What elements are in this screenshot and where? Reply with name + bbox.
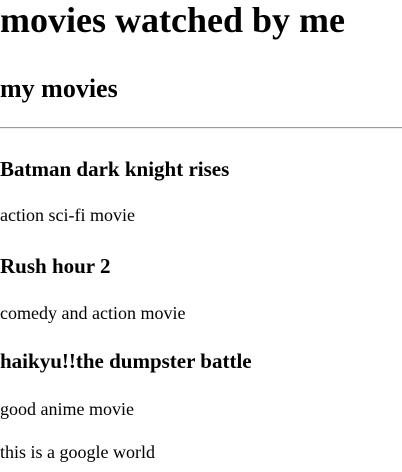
movie-item: Rush hour 2 comedy and action movie [0,253,402,323]
section-heading: my movies [0,74,118,103]
movie-description: comedy and action movie [0,303,186,323]
footer-text: this is a google world [0,442,155,462]
movie-description: action sci-fi movie [0,205,135,225]
movie-title: haikyu!!the dumpster battle [0,349,252,373]
movie-description: good anime movie [0,399,134,419]
divider [0,127,402,129]
movie-title: Batman dark knight rises [0,157,230,181]
movie-title: Rush hour 2 [0,254,111,278]
movie-item: haikyu!!the dumpster battle good anime m… [0,348,402,419]
movie-item: Batman dark knight rises action sci-fi m… [0,156,402,225]
page-title: movies watched by me [0,0,345,40]
